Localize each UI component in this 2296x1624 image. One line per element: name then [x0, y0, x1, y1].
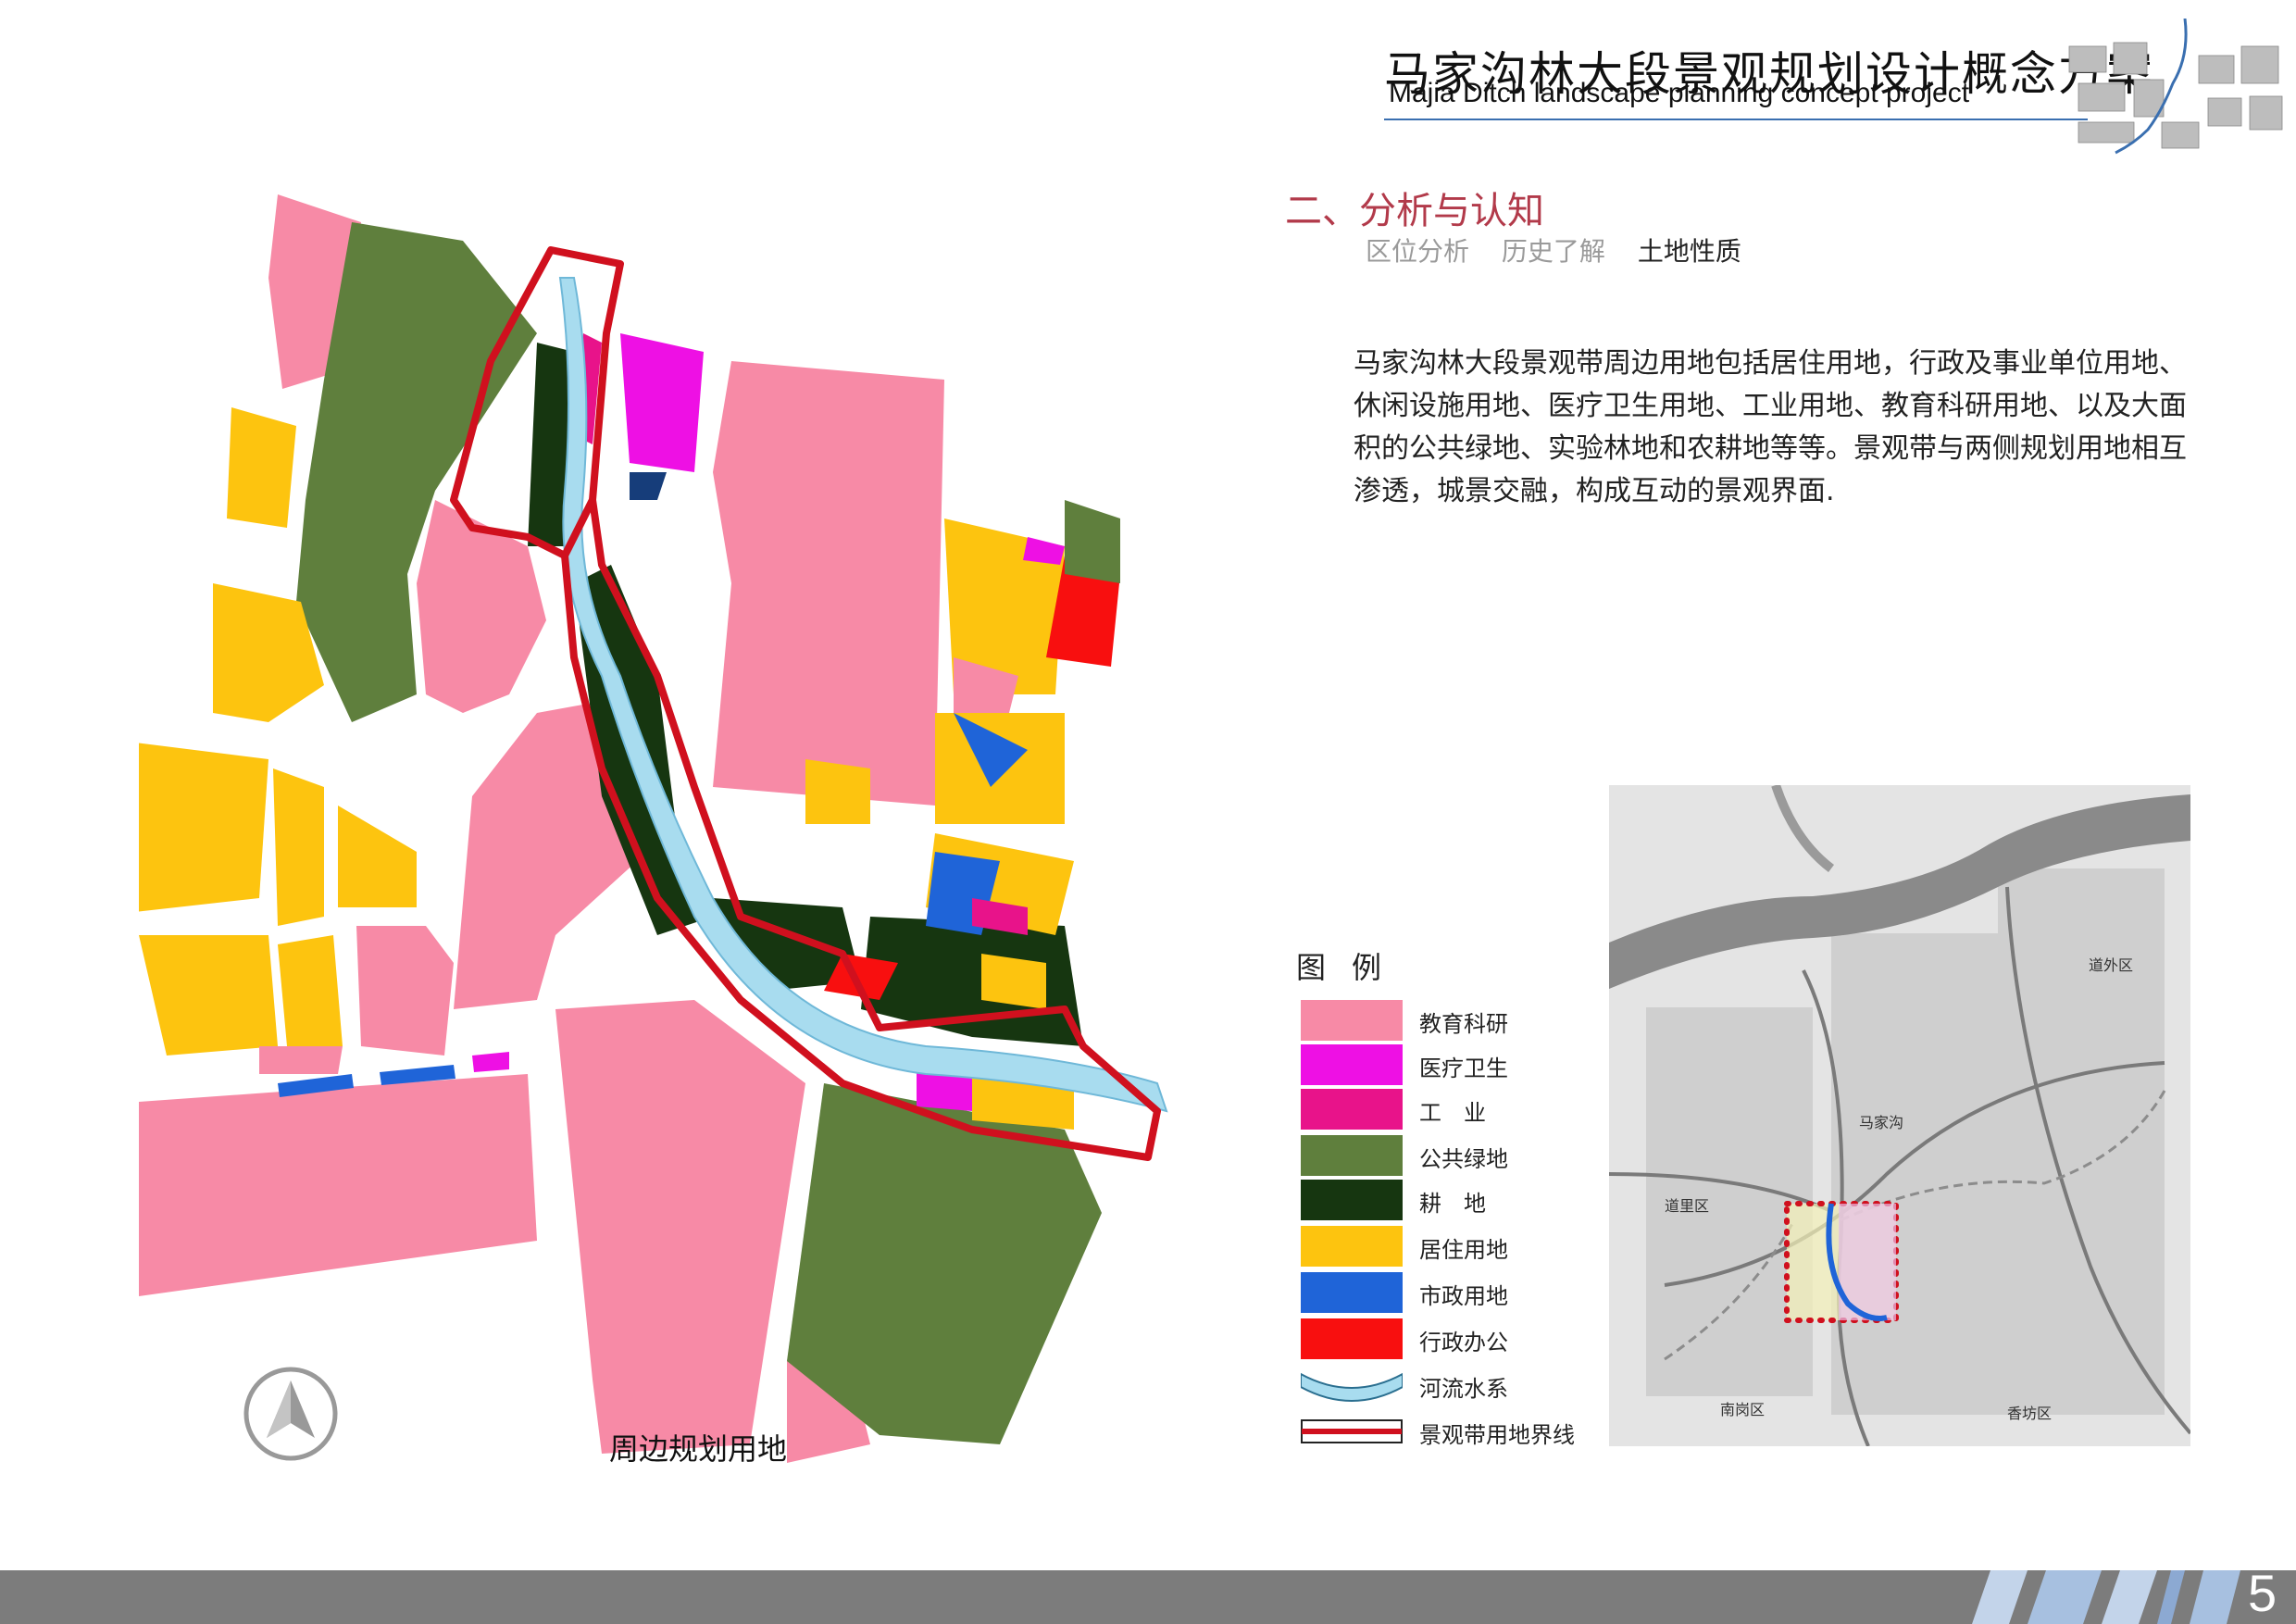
locator-label-xiangfang: 香坊区: [2007, 1405, 2052, 1422]
legend-swatch: [1301, 1318, 1403, 1359]
tab-location-analysis[interactable]: 区位分析: [1366, 236, 1469, 267]
legend-swatch: [1301, 1135, 1403, 1176]
description-paragraph: 马家沟林大段景观带周边用地包括居住用地，行政及事业单位用地、休闲设施用地、医疗卫…: [1354, 347, 2187, 507]
tab-history[interactable]: 历史了解: [1502, 236, 1605, 267]
legend-label: 河流水系: [1419, 1376, 1508, 1402]
north-arrow-icon: [243, 1367, 338, 1461]
legend-label: 耕 地: [1419, 1191, 1486, 1217]
legend-label: 公共绿地: [1419, 1146, 1508, 1172]
legend-label: 医疗卫生: [1419, 1056, 1508, 1081]
legend-swatch: [1301, 1044, 1403, 1085]
legend-label: 教育科研: [1419, 1011, 1508, 1037]
footer-bar: [0, 1570, 2296, 1624]
legend-label: 市政用地: [1419, 1283, 1508, 1309]
legend-swatch: [1301, 1272, 1403, 1313]
legend-title: 图例: [1296, 950, 1408, 985]
legend-label: 行政办公: [1419, 1330, 1508, 1355]
footer-decorative-stripes: [1972, 1570, 2240, 1624]
legend-label: 居住用地: [1419, 1237, 1508, 1263]
land-use-site-map: [139, 194, 1168, 1463]
legend-label: 工 业: [1419, 1100, 1486, 1126]
locator-label-daowai: 道外区: [2089, 956, 2133, 974]
locator-label-nangang: 南岗区: [1720, 1401, 1765, 1418]
locator-label-daoli: 道里区: [1665, 1197, 1709, 1215]
page-number: 5: [2248, 1564, 2277, 1622]
map-caption: 周边规划用地: [609, 1431, 788, 1467]
header-underline: [1384, 119, 2088, 120]
legend-swatch: [1301, 1000, 1403, 1041]
section-title: 二、分析与认知: [1285, 190, 1544, 232]
legend-swatch: [1301, 1180, 1403, 1220]
locator-label-majiagou: 马家沟: [1859, 1114, 1903, 1131]
locator-map: 道外区 马家沟 道里区 南岗区 香坊区: [1609, 785, 2190, 1446]
header-title-en: Majia Ditch landscape planning concept p…: [1389, 78, 1970, 108]
legend-swatch: [1301, 1089, 1403, 1130]
boundary-line-swatch-icon: [1301, 1419, 1403, 1443]
section-tabs: 区位分析 历史了解 土地性质: [1366, 231, 1766, 269]
header-thumbnail-map: [2068, 19, 2283, 155]
river-swatch-icon: [1301, 1365, 1403, 1405]
legend-label: 景观带用地界线: [1419, 1422, 1575, 1448]
legend-swatch: [1301, 1226, 1403, 1267]
tab-land-use[interactable]: 土地性质: [1638, 236, 1741, 267]
